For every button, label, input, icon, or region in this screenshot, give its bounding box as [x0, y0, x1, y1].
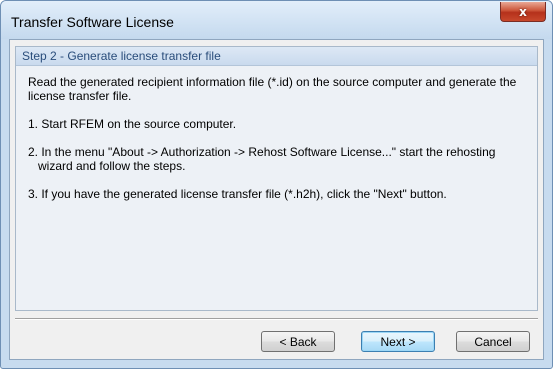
- instruction-item-3: 3. If you have the generated license tra…: [28, 187, 447, 201]
- title-bar[interactable]: Transfer Software License x: [1, 1, 552, 39]
- dialog-client-area: Step 2 - Generate license transfer file …: [9, 39, 544, 360]
- instruction-item-1: 1. Start RFEM on the source computer.: [28, 117, 237, 131]
- intro-text: Read the generated recipient information…: [28, 75, 517, 103]
- step-instructions: Read the generated recipient information…: [16, 66, 537, 201]
- step-header: Step 2 - Generate license transfer file: [16, 47, 537, 66]
- close-button[interactable]: x: [500, 2, 546, 22]
- back-button[interactable]: < Back: [261, 331, 335, 352]
- instruction-item-2: 2. In the menu "About -> Authorization -…: [28, 145, 496, 173]
- step-panel: Step 2 - Generate license transfer file …: [15, 46, 538, 311]
- close-icon: x: [519, 4, 527, 19]
- transfer-license-dialog: Transfer Software License x Step 2 - Gen…: [0, 0, 553, 369]
- window-title: Transfer Software License: [11, 14, 174, 30]
- next-button[interactable]: Next >: [361, 331, 435, 352]
- button-separator: [15, 318, 538, 320]
- cancel-button[interactable]: Cancel: [456, 331, 530, 352]
